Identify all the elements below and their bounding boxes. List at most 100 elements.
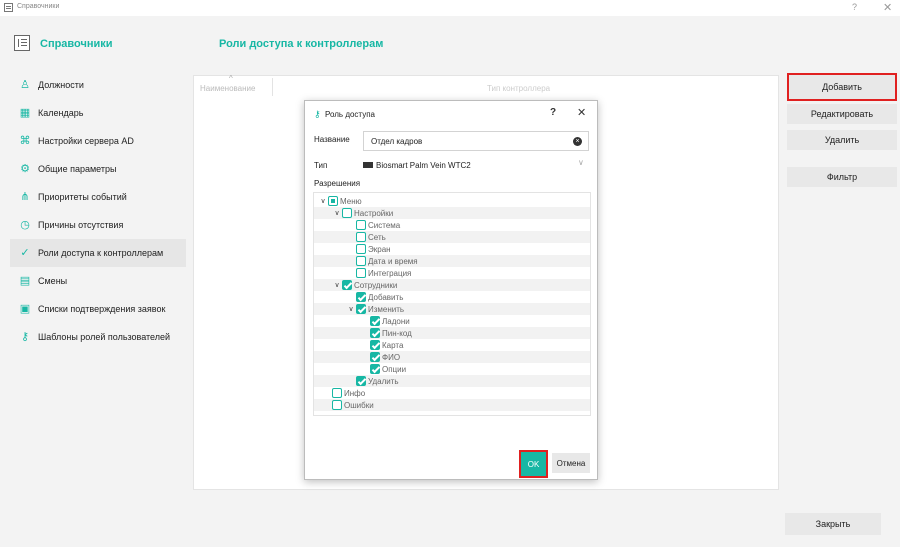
name-field-value: Отдел кадров: [371, 136, 423, 146]
tree-row[interactable]: Дата и время: [314, 255, 590, 267]
add-button[interactable]: Добавить: [787, 73, 897, 101]
tree-row[interactable]: ФИО: [314, 351, 590, 363]
tree-item-label: Интеграция: [368, 268, 412, 278]
checkbox-checked[interactable]: [356, 292, 366, 302]
sidebar-item-general-params[interactable]: ⚙ Общие параметры: [10, 155, 186, 183]
checkbox-checked[interactable]: [370, 364, 380, 374]
tree-row[interactable]: ∨ Изменить: [314, 303, 590, 315]
ok-button[interactable]: OK: [519, 450, 548, 478]
checkbox-checked[interactable]: [370, 316, 380, 326]
checkbox-checked[interactable]: [370, 352, 380, 362]
checkbox[interactable]: [332, 388, 342, 398]
sort-ascending-icon: ^: [229, 74, 233, 83]
permissions-tree: ∨ Меню ∨ Настройки Система Сеть Экран Да…: [313, 192, 591, 416]
tree-row[interactable]: Пин-код: [314, 327, 590, 339]
column-header-controller-type[interactable]: Тип контроллера: [487, 84, 550, 93]
hierarchy-icon: ⋔: [20, 191, 30, 203]
clock-icon: ◷: [20, 219, 30, 231]
tree-item-label: Инфо: [344, 388, 366, 398]
tree-row[interactable]: Ошибки: [314, 399, 590, 411]
sidebar-item-label: Смены: [38, 276, 68, 286]
tree-row[interactable]: ∨ Меню: [314, 195, 590, 207]
tree-row[interactable]: ∨ Сотрудники: [314, 279, 590, 291]
sidebar-item-calendar[interactable]: ▦ Календарь: [10, 99, 186, 127]
tree-row[interactable]: Инфо: [314, 387, 590, 399]
tree-row[interactable]: Ладони: [314, 315, 590, 327]
bottom-bar: [0, 497, 900, 547]
sidebar-item-label: Календарь: [38, 108, 84, 118]
checkbox[interactable]: [356, 244, 366, 254]
device-icon: [363, 162, 373, 168]
chevron-down-icon[interactable]: ∨: [332, 281, 342, 289]
header-title: Справочники: [40, 38, 113, 50]
chevron-down-icon[interactable]: ∨: [318, 197, 328, 205]
sidebar-item-label: Списки подтверждения заявок: [38, 304, 166, 314]
controller-type-value: Biosmart Palm Vein WTC2: [376, 160, 471, 170]
sidebar-item-label: Общие параметры: [38, 164, 117, 174]
tree-item-label: Ладони: [382, 316, 410, 326]
tree-row[interactable]: Интеграция: [314, 267, 590, 279]
sidebar-item-approval-lists[interactable]: ▣ Списки подтверждения заявок: [10, 295, 186, 323]
tree-item-label: Система: [368, 220, 401, 230]
tree-item-label: Опции: [382, 364, 407, 374]
tree-row[interactable]: Экран: [314, 243, 590, 255]
tree-item-label: Настройки: [354, 208, 394, 218]
sidebar-item-absence-reasons[interactable]: ◷ Причины отсутствия: [10, 211, 186, 239]
cancel-button[interactable]: Отмена: [552, 453, 590, 473]
tree-item-label: Экран: [368, 244, 391, 254]
sidebar-item-event-priorities[interactable]: ⋔ Приоритеты событий: [10, 183, 186, 211]
name-field[interactable]: Отдел кадров: [363, 131, 589, 151]
column-header-name[interactable]: Наименование: [200, 84, 255, 93]
checkbox-checked[interactable]: [342, 280, 352, 290]
checkbox[interactable]: [356, 256, 366, 266]
checkbox[interactable]: [356, 220, 366, 230]
sidebar-item-label: Должности: [38, 80, 84, 90]
directory-list-icon: [14, 35, 30, 51]
filter-button[interactable]: Фильтр: [787, 167, 897, 187]
checkbox-partial[interactable]: [328, 196, 338, 206]
controller-type-select[interactable]: Biosmart Palm Vein WTC2: [363, 157, 589, 173]
dialog-close-button[interactable]: ✕: [577, 106, 586, 119]
close-button[interactable]: Закрыть: [785, 513, 881, 535]
checkbox-checked[interactable]: [370, 328, 380, 338]
checkbox-checked[interactable]: [356, 376, 366, 386]
sidebar-item-label: Настройки сервера AD: [38, 136, 134, 146]
tree-row[interactable]: Система: [314, 219, 590, 231]
tree-row[interactable]: Добавить: [314, 291, 590, 303]
checkbox[interactable]: [356, 232, 366, 242]
clear-icon[interactable]: ×: [573, 137, 582, 146]
tree-row[interactable]: Удалить: [314, 375, 590, 387]
edit-button[interactable]: Редактировать: [787, 104, 897, 124]
network-icon: ⌘: [19, 135, 31, 147]
tree-item-label: Сотрудники: [354, 280, 398, 290]
sidebar-item-user-role-templates[interactable]: ⚷ Шаблоны ролей пользователей: [10, 323, 186, 351]
checkbox-checked[interactable]: [370, 340, 380, 350]
tree-row[interactable]: Сеть: [314, 231, 590, 243]
checkbox[interactable]: [342, 208, 352, 218]
tree-row[interactable]: Опции: [314, 363, 590, 375]
checkbox[interactable]: [356, 268, 366, 278]
sidebar: ♙ Должности ▦ Календарь ⌘ Настройки серв…: [10, 71, 186, 351]
window-title: Справочники: [17, 3, 60, 10]
tree-item-label: Карта: [382, 340, 404, 350]
chevron-down-icon[interactable]: ∨: [578, 158, 584, 167]
tree-item-label: Пин-код: [382, 328, 412, 338]
chevron-down-icon[interactable]: ∨: [346, 305, 356, 313]
delete-button[interactable]: Удалить: [787, 130, 897, 150]
sidebar-item-ad-server[interactable]: ⌘ Настройки сервера AD: [10, 127, 186, 155]
window-help-button[interactable]: ?: [852, 2, 857, 12]
tree-row[interactable]: ∨ Настройки: [314, 207, 590, 219]
checkbox[interactable]: [332, 400, 342, 410]
tree-item-label: Меню: [340, 196, 362, 206]
sidebar-item-positions[interactable]: ♙ Должности: [10, 71, 186, 99]
tree-row[interactable]: Карта: [314, 339, 590, 351]
dialog-title: Роль доступа: [325, 110, 375, 119]
checkbox-checked[interactable]: [356, 304, 366, 314]
person-icon: ♙: [20, 79, 30, 91]
sidebar-item-controller-roles[interactable]: ✓ Роли доступа к контроллерам: [10, 239, 186, 267]
sidebar-item-shifts[interactable]: ▤ Смены: [10, 267, 186, 295]
app-list-icon: [4, 3, 13, 12]
chevron-down-icon[interactable]: ∨: [332, 209, 342, 217]
window-close-button[interactable]: ✕: [883, 1, 892, 14]
dialog-help-button[interactable]: ?: [550, 107, 556, 118]
